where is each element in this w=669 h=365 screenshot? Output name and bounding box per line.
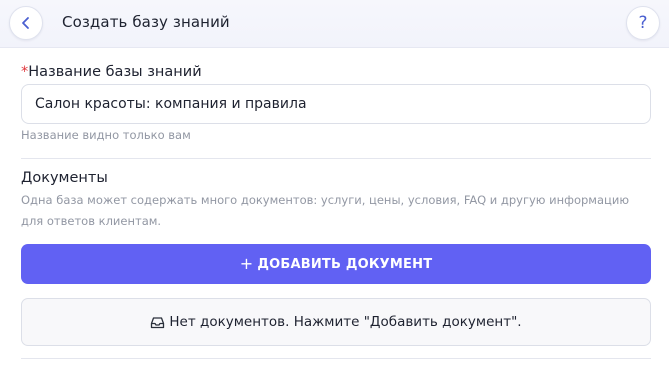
chevron-left-icon bbox=[22, 17, 29, 29]
name-field-label-text: Название базы знаний bbox=[28, 64, 202, 80]
name-field-hint: Название видно только вам bbox=[21, 128, 191, 142]
plus-icon: + bbox=[239, 254, 254, 273]
header-bar: Создать базу знаний ? bbox=[0, 0, 669, 48]
back-button[interactable] bbox=[9, 6, 43, 40]
section-divider bbox=[21, 158, 651, 159]
inbox-icon bbox=[150, 316, 165, 329]
knowledge-base-name-input[interactable] bbox=[21, 84, 651, 124]
documents-section-title: Документы bbox=[21, 170, 108, 186]
bottom-divider bbox=[21, 358, 651, 359]
documents-section-description: Одна база может содержать много документ… bbox=[21, 193, 630, 228]
add-document-button[interactable]: + ДОБАВИТЬ ДОКУМЕНТ bbox=[21, 244, 651, 284]
page-title: Создать базу знаний bbox=[62, 13, 230, 31]
help-button[interactable]: ? bbox=[626, 6, 660, 40]
question-mark-icon: ? bbox=[638, 12, 648, 33]
empty-documents-placeholder: Нет документов. Нажмите "Добавить докуме… bbox=[21, 298, 651, 346]
name-field-label: *Название базы знаний bbox=[21, 64, 202, 80]
empty-documents-text: Нет документов. Нажмите "Добавить докуме… bbox=[169, 314, 522, 330]
add-document-button-label: ДОБАВИТЬ ДОКУМЕНТ bbox=[257, 256, 433, 272]
